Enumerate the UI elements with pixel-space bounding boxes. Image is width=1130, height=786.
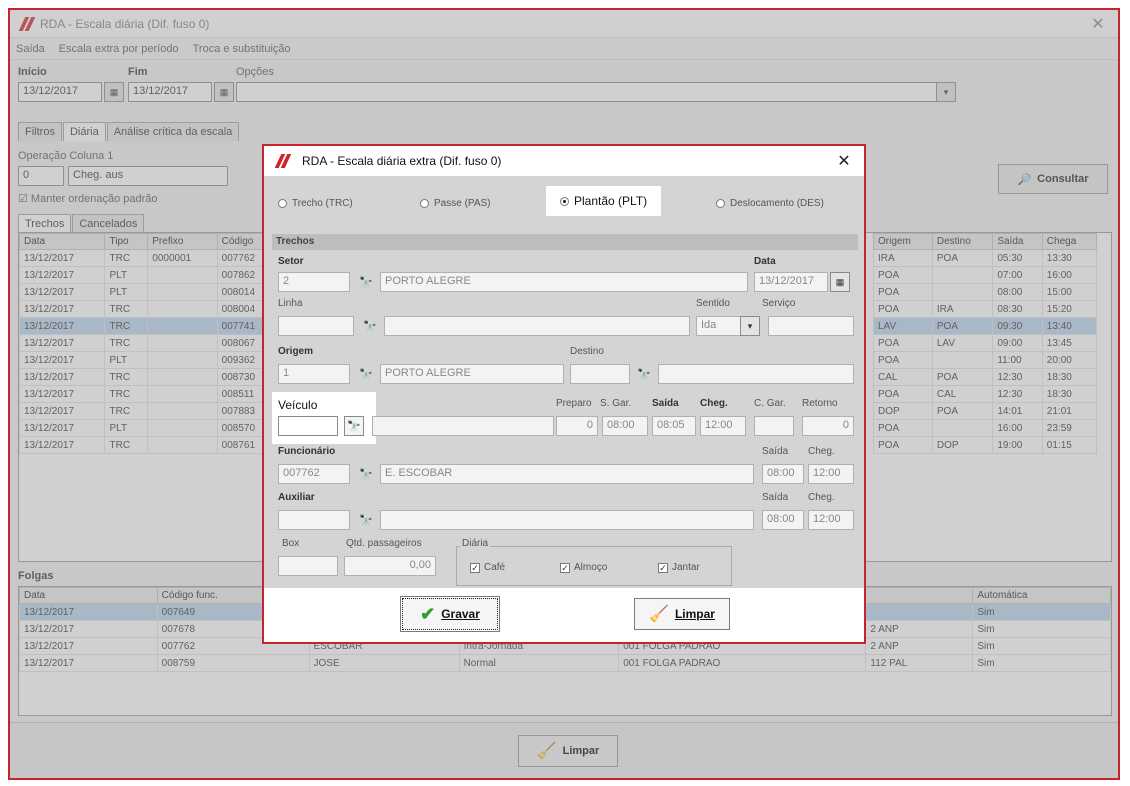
cheg-input[interactable]: 12:00 <box>700 416 746 436</box>
green-check-icon: ✔ <box>420 603 436 624</box>
jantar-checkbox[interactable]: ✓ Jantar <box>658 562 700 573</box>
dialog-titlebar: RDA - Escala diária extra (Dif. fuso 0) … <box>264 146 864 176</box>
servico-input[interactable] <box>768 316 854 336</box>
destino-code-input[interactable] <box>570 364 630 384</box>
radio-trecho[interactable]: Trecho (TRC) <box>278 198 353 209</box>
destino-search-binoculars-icon[interactable]: 🔭 <box>634 364 654 384</box>
veiculo-input[interactable] <box>278 416 338 436</box>
dialog-close-icon[interactable]: ✕ <box>834 151 854 171</box>
origem-search-binoculars-icon[interactable]: 🔭 <box>356 364 376 384</box>
jantar-check-icon: ✓ <box>658 562 668 573</box>
gravar-label: Gravar <box>441 607 480 621</box>
func-saida-input[interactable]: 08:00 <box>762 464 804 484</box>
cgar-input[interactable] <box>754 416 794 436</box>
sentido-label: Sentido <box>696 298 730 309</box>
dialog-title: RDA - Escala diária extra (Dif. fuso 0) <box>302 154 502 168</box>
radio-trecho-dot <box>278 199 287 208</box>
destino-label: Destino <box>570 346 604 357</box>
auxiliar-label: Auxiliar <box>278 492 315 503</box>
qtd-passageiros-input[interactable]: 0,00 <box>344 556 436 576</box>
data-label: Data <box>754 256 776 267</box>
linha-name-input <box>384 316 690 336</box>
almoco-label: Almoço <box>574 562 608 573</box>
origem-label: Origem <box>278 346 314 357</box>
aux-cheg-label: Cheg. <box>808 492 835 503</box>
setor-name-input: PORTO ALEGRE <box>380 272 748 292</box>
cgar-label: C. Gar. <box>754 398 786 409</box>
almoco-checkbox[interactable]: ✓ Almoço <box>560 562 607 573</box>
rda-logo-icon <box>274 154 290 168</box>
aux-saida-label: Saída <box>762 492 789 503</box>
cafe-checkbox[interactable]: ✓ Café <box>470 562 505 573</box>
destino-name-input <box>658 364 854 384</box>
linha-search-binoculars-icon[interactable]: 🔭 <box>360 316 380 336</box>
funcionario-search-binoculars-icon[interactable]: 🔭 <box>356 464 376 484</box>
funcionario-code-input[interactable]: 007762 <box>278 464 350 484</box>
origem-name-input: PORTO ALEGRE <box>380 364 564 384</box>
radio-plantao[interactable]: Plantão (PLT) <box>546 186 662 216</box>
radio-deslocamento-dot <box>716 199 725 208</box>
funcionario-name-input: E. ESCOBAR <box>380 464 754 484</box>
preparo-label: Preparo <box>556 398 592 409</box>
sgar-input[interactable]: 08:00 <box>602 416 648 436</box>
tipo-radio-group: Trecho (TRC) Passe (PAS) Plantão (PLT) D… <box>264 176 864 232</box>
setor-search-binoculars-icon[interactable]: 🔭 <box>356 272 376 292</box>
dialog-limpar-label: Limpar <box>674 607 715 621</box>
jantar-label: Jantar <box>672 562 700 573</box>
setor-label: Setor <box>278 256 304 267</box>
aux-saida-input[interactable]: 08:00 <box>762 510 804 530</box>
retorno-input[interactable]: 0 <box>802 416 854 436</box>
preparo-input[interactable]: 0 <box>556 416 598 436</box>
funcionario-label: Funcionário <box>278 446 336 457</box>
setor-code-input[interactable]: 2 <box>278 272 350 292</box>
auxiliar-search-binoculars-icon[interactable]: 🔭 <box>356 510 376 530</box>
auxiliar-name-input <box>380 510 754 530</box>
gravar-button[interactable]: ✔ Gravar <box>400 596 500 632</box>
radio-plantao-dot <box>560 196 569 206</box>
diaria-label: Diária <box>460 538 491 549</box>
sentido-select[interactable]: Ida <box>696 316 742 336</box>
dialog-footer: ✔ Gravar 🧹 Limpar <box>264 588 864 642</box>
radio-passe-label: Passe (PAS) <box>434 198 491 209</box>
data-calendar-icon[interactable]: ▦ <box>830 272 850 292</box>
radio-passe[interactable]: Passe (PAS) <box>420 198 491 209</box>
qtd-passageiros-label: Qtd. passageiros <box>346 538 422 549</box>
box-label: Box <box>282 538 300 549</box>
broom-icon: 🧹 <box>649 606 669 623</box>
data-input[interactable]: 13/12/2017 <box>754 272 828 292</box>
radio-passe-dot <box>420 199 429 208</box>
dialog-body: Trecho (TRC) Passe (PAS) Plantão (PLT) D… <box>264 176 864 592</box>
radio-trecho-label: Trecho (TRC) <box>292 198 353 209</box>
saida-label: Saída <box>652 398 679 409</box>
escala-extra-dialog: RDA - Escala diária extra (Dif. fuso 0) … <box>262 144 866 644</box>
radio-deslocamento[interactable]: Deslocamento (DES) <box>716 198 824 209</box>
func-saida-label: Saída <box>762 446 789 457</box>
almoco-check-icon: ✓ <box>560 562 570 573</box>
box-input[interactable] <box>278 556 338 576</box>
sentido-dropdown-icon[interactable]: ▾ <box>740 316 760 336</box>
veiculo-label: Veículo <box>278 398 318 412</box>
aux-cheg-input[interactable]: 12:00 <box>808 510 854 530</box>
sgar-label: S. Gar. <box>600 398 632 409</box>
dialog-limpar-button[interactable]: 🧹 Limpar <box>634 598 730 630</box>
auxiliar-code-input[interactable] <box>278 510 350 530</box>
radio-plantao-label: Plantão (PLT) <box>574 194 648 208</box>
cafe-check-icon: ✓ <box>470 562 480 573</box>
radio-deslocamento-label: Deslocamento (DES) <box>730 198 824 209</box>
linha-code-input[interactable] <box>278 316 354 336</box>
func-cheg-input[interactable]: 12:00 <box>808 464 854 484</box>
cheg-label: Cheg. <box>700 398 728 409</box>
saida-input[interactable]: 08:05 <box>652 416 696 436</box>
retorno-label: Retorno <box>802 398 838 409</box>
cafe-label: Café <box>484 562 506 573</box>
servico-label: Serviço <box>762 298 796 309</box>
origem-code-input[interactable]: 1 <box>278 364 350 384</box>
linha-label: Linha <box>278 298 303 309</box>
func-cheg-label: Cheg. <box>808 446 835 457</box>
trechos-section-header: Trechos <box>272 234 858 250</box>
veiculo-name-input <box>372 416 554 436</box>
veiculo-search-binoculars-icon[interactable]: 🔭 <box>344 416 364 436</box>
